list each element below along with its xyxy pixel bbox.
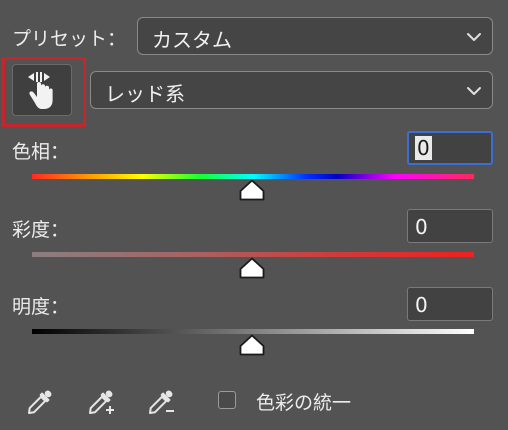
chevron-down-icon: [467, 87, 481, 95]
color-range-value: レッド系: [105, 82, 185, 106]
preset-label: プリセット：: [12, 28, 127, 50]
eyedropper-plus-icon[interactable]: [85, 382, 119, 418]
preset-dropdown[interactable]: カスタム: [137, 17, 493, 55]
preset-value: カスタム: [152, 28, 232, 52]
saturation-label: 彩度：: [12, 219, 70, 241]
saturation-input[interactable]: 0: [407, 209, 493, 243]
target-adjust-button[interactable]: [12, 64, 72, 116]
lightness-slider-thumb[interactable]: [239, 334, 265, 356]
eyedropper-icon[interactable]: [24, 382, 58, 418]
saturation-value: 0: [415, 215, 428, 239]
colorize-label[interactable]: 色彩の統一: [256, 388, 351, 415]
lightness-value: 0: [415, 293, 428, 317]
colorize-checkbox[interactable]: [218, 391, 236, 409]
lightness-label: 明度：: [12, 296, 70, 318]
chevron-down-icon: [467, 33, 481, 41]
hue-slider-thumb[interactable]: [239, 179, 265, 201]
hue-value: 0: [415, 136, 432, 160]
hue-input[interactable]: 0: [407, 131, 493, 165]
color-range-dropdown[interactable]: レッド系: [90, 71, 493, 109]
lightness-input[interactable]: 0: [407, 287, 493, 321]
saturation-slider-thumb[interactable]: [239, 257, 265, 279]
hue-label: 色相：: [12, 141, 70, 163]
hand-target-adjust-icon: [28, 72, 53, 109]
eyedropper-minus-icon[interactable]: [145, 382, 179, 418]
